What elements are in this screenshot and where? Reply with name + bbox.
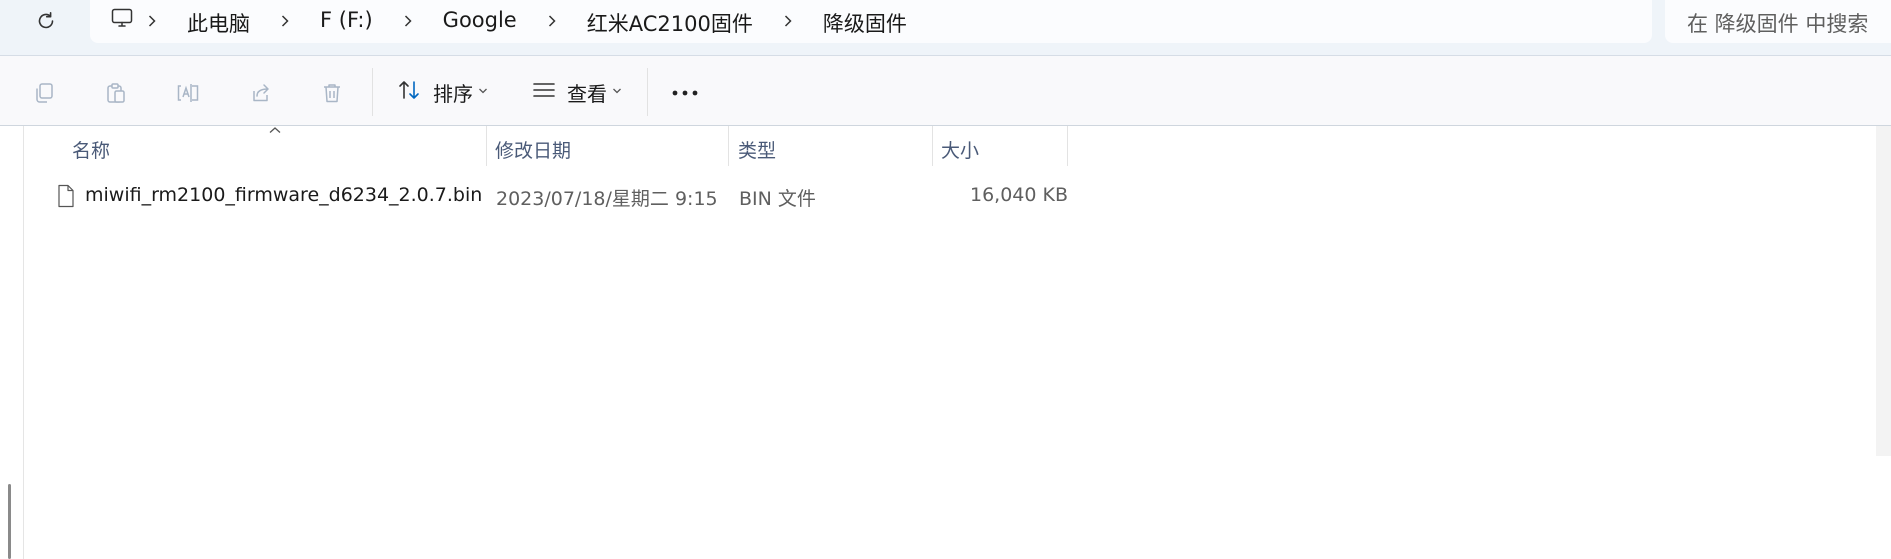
rename-button[interactable] — [173, 78, 203, 108]
chevron-right-icon[interactable] — [544, 13, 560, 29]
this-pc-icon — [111, 8, 133, 27]
search-placeholder: 在 降级固件 中搜索 — [1687, 12, 1869, 36]
pane-border — [23, 126, 24, 559]
column-header-modified[interactable]: 修改日期 — [495, 136, 571, 163]
file-list-pane: 名称 修改日期 类型 大小 miwifi_rm2100_firmware_d62… — [0, 126, 1891, 559]
more-icon — [672, 90, 698, 96]
file-size: 16,040 KB — [970, 184, 1069, 206]
chevron-right-icon[interactable] — [144, 13, 160, 29]
sort-icon — [399, 81, 419, 99]
column-separator[interactable] — [932, 126, 933, 166]
breadcrumb-google[interactable]: Google — [443, 8, 517, 32]
chevron-right-icon[interactable] — [277, 13, 293, 29]
column-header-type[interactable]: 类型 — [738, 136, 776, 163]
column-header-name[interactable]: 名称 — [72, 136, 110, 163]
view-icon — [533, 83, 555, 97]
view-label: 查看 — [567, 82, 607, 106]
navigation-scrollbar[interactable] — [8, 484, 11, 559]
column-separator[interactable] — [1067, 126, 1068, 166]
chevron-right-icon[interactable] — [780, 13, 796, 29]
chevron-right-icon[interactable] — [400, 13, 416, 29]
rename-icon — [177, 84, 199, 102]
vertical-scrollbar[interactable] — [1876, 126, 1891, 456]
sort-ascending-icon — [269, 127, 281, 133]
sort-button[interactable]: 排序 — [393, 66, 493, 112]
breadcrumb-downgrade-firmware[interactable]: 降级固件 — [823, 8, 907, 38]
file-name[interactable]: miwifi_rm2100_firmware_d6234_2.0.7.bin — [85, 184, 482, 206]
paste-icon — [107, 83, 125, 103]
delete-button[interactable] — [317, 78, 347, 108]
column-separator[interactable] — [486, 126, 487, 166]
address-bar-region: 此电脑 F (F:) Google 红米AC2100固件 降级固件 在 降级固件… — [0, 0, 1891, 56]
breadcrumb-this-pc[interactable]: 此电脑 — [187, 8, 250, 38]
delete-icon — [324, 84, 340, 103]
file-icon — [58, 184, 74, 208]
chevron-down-icon — [479, 88, 487, 94]
chevron-down-icon — [613, 88, 621, 94]
address-bar[interactable]: 此电脑 F (F:) Google 红米AC2100固件 降级固件 — [90, 0, 1652, 43]
file-row[interactable]: miwifi_rm2100_firmware_d6234_2.0.7.bin 2… — [52, 180, 1068, 216]
breadcrumb-drive-f[interactable]: F (F:) — [320, 8, 373, 32]
share-icon — [253, 84, 269, 102]
file-modified: 2023/07/18/星期二 9:15 — [496, 188, 718, 210]
copy-button[interactable] — [29, 78, 59, 108]
copy-icon — [36, 83, 53, 103]
toolbar-separator — [372, 68, 373, 116]
paste-button[interactable] — [101, 78, 131, 108]
command-bar: 排序 查看 — [0, 56, 1891, 126]
sort-label: 排序 — [433, 82, 473, 106]
view-button[interactable]: 查看 — [527, 66, 627, 112]
toolbar-separator — [647, 68, 648, 116]
column-header-size[interactable]: 大小 — [941, 136, 979, 163]
file-type: BIN 文件 — [739, 188, 816, 210]
share-button[interactable] — [245, 78, 275, 108]
search-box[interactable]: 在 降级固件 中搜索 — [1665, 0, 1891, 43]
breadcrumb-redmi-firmware[interactable]: 红米AC2100固件 — [587, 8, 753, 38]
refresh-icon — [38, 12, 54, 29]
refresh-button[interactable] — [28, 6, 64, 36]
more-options-button[interactable] — [669, 78, 701, 108]
column-separator[interactable] — [728, 126, 729, 166]
